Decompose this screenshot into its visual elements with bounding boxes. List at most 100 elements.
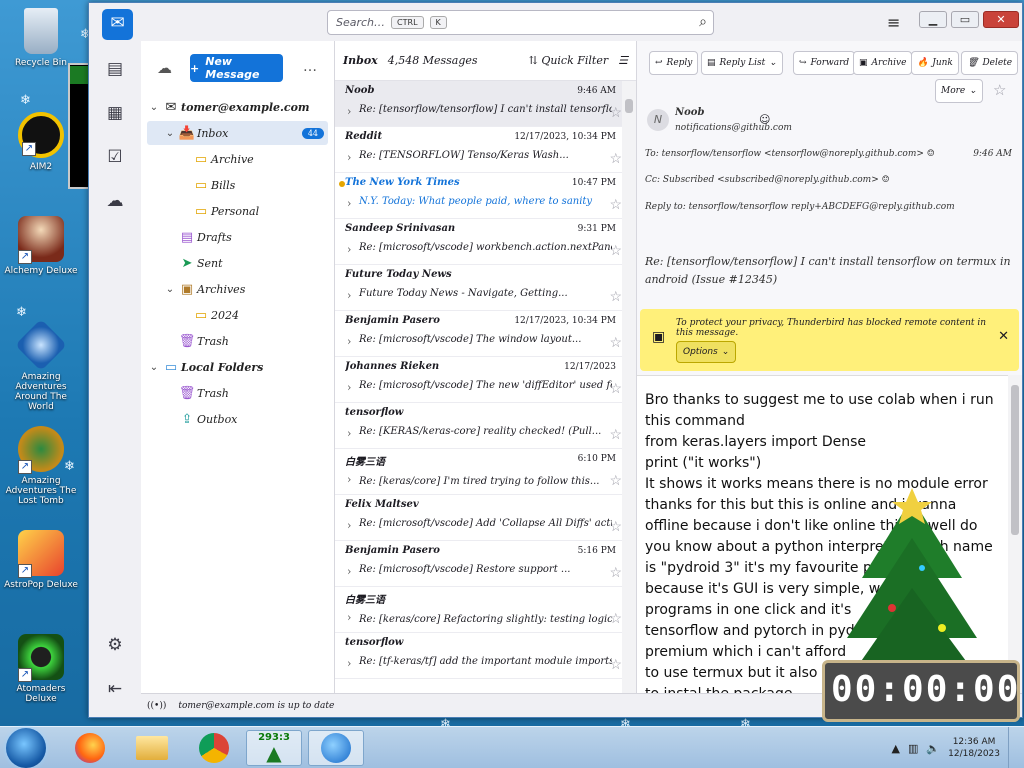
- contact-icon[interactable]: ☺: [759, 113, 770, 126]
- star-icon[interactable]: ☆: [609, 519, 622, 535]
- new-message-button[interactable]: + New Message: [190, 54, 283, 82]
- reply-list-button[interactable]: ▤ Reply List ⌄: [701, 51, 783, 75]
- folder-inbox[interactable]: ⌄ 📥 Inbox 44: [147, 121, 328, 145]
- chevron-down-icon[interactable]: ⌄: [769, 58, 777, 68]
- taskbar-firefox[interactable]: [62, 730, 118, 766]
- chevron-down-icon[interactable]: ⌄: [163, 128, 177, 139]
- thread-toggle-icon[interactable]: ›: [347, 289, 351, 302]
- desktop-icon-atomaders[interactable]: ↗ Atomaders Deluxe: [4, 634, 78, 704]
- close-button[interactable]: ✕: [983, 11, 1019, 28]
- thread-toggle-icon[interactable]: ›: [347, 381, 351, 394]
- star-icon[interactable]: ☆: [609, 105, 622, 121]
- message-card[interactable]: Benjamin Pasero 5:16 PM › Re: [microsoft/vs…: [335, 541, 636, 587]
- list-options-icon[interactable]: ☰: [618, 54, 628, 67]
- thread-toggle-icon[interactable]: ›: [347, 611, 351, 624]
- folder-archive[interactable]: ▭ Archive: [147, 147, 328, 171]
- message-card[interactable]: tensorflow › Re: [tf-keras/tf] add the imp…: [335, 633, 636, 679]
- star-icon[interactable]: ☆: [609, 473, 622, 489]
- search-icon[interactable]: ⌕: [699, 14, 707, 30]
- folder-trash[interactable]: 🗑 Trash: [147, 329, 328, 353]
- chevron-down-icon[interactable]: ⌄: [147, 362, 161, 373]
- desktop-icon-astropop[interactable]: ↗ AstroPop Deluxe: [4, 530, 78, 590]
- folder-archives[interactable]: ⌄ ▣ Archives: [147, 277, 328, 301]
- message-card[interactable]: 白雾三语 6:10 PM › Re: [keras/core] I'm tired t…: [335, 449, 636, 495]
- thread-toggle-icon[interactable]: ›: [347, 151, 351, 164]
- network-icon[interactable]: ▥: [908, 742, 918, 755]
- clock[interactable]: 12:36 AM 12/18/2023: [948, 736, 1000, 760]
- star-icon[interactable]: ☆: [609, 611, 622, 627]
- message-card[interactable]: 白雾三语 › Re: [keras/core] Refactoring slight…: [335, 587, 636, 633]
- thread-toggle-icon[interactable]: ›: [347, 519, 351, 532]
- star-icon[interactable]: ☆: [609, 243, 622, 259]
- online-status-icon[interactable]: ((•)): [147, 701, 166, 711]
- message-card[interactable]: Future Today News › Future Today News - Na…: [335, 265, 636, 311]
- message-list-scrollbar[interactable]: [622, 81, 636, 693]
- thread-toggle-icon[interactable]: ›: [347, 335, 351, 348]
- taskbar-explorer[interactable]: [124, 730, 180, 766]
- desktop-icon-aim[interactable]: ↗ AIM2: [4, 112, 78, 172]
- star-icon[interactable]: ☆: [609, 657, 622, 673]
- folder-bills[interactable]: ▭ Bills: [147, 173, 328, 197]
- star-icon[interactable]: ☆: [609, 565, 622, 581]
- taskbar-tree-app[interactable]: 293:3 ▲: [246, 730, 302, 766]
- scrollbar-thumb[interactable]: [1011, 385, 1019, 535]
- star-icon[interactable]: ☆: [993, 81, 1006, 99]
- folder-sent[interactable]: ➤ Sent: [147, 251, 328, 275]
- star-icon[interactable]: ☆: [609, 427, 622, 443]
- local-folders-row[interactable]: ⌄ ▭ Local Folders: [147, 355, 328, 379]
- taskbar-chrome[interactable]: [186, 730, 242, 766]
- thread-toggle-icon[interactable]: ›: [347, 243, 351, 256]
- local-trash[interactable]: 🗑 Trash: [147, 381, 328, 405]
- message-card[interactable]: The New York Times 10:47 PM › N.Y. Today: W…: [335, 173, 636, 219]
- chevron-down-icon[interactable]: ⌄: [163, 284, 177, 295]
- chat-icon[interactable]: ☁: [100, 187, 130, 217]
- folder-pane-more-icon[interactable]: …: [303, 59, 317, 75]
- thread-toggle-icon[interactable]: ›: [347, 657, 351, 670]
- message-card[interactable]: Sandeep Srinivasan 9:31 PM › Re: [microsoft…: [335, 219, 636, 265]
- star-icon[interactable]: ☆: [609, 289, 622, 305]
- to-address[interactable]: tensorflow/tensorflow <tensorflow@norepl…: [662, 149, 924, 159]
- volume-icon[interactable]: 🔈: [926, 742, 940, 755]
- message-card[interactable]: tensorflow › Re: [KERAS/keras-core] realit…: [335, 403, 636, 449]
- message-card[interactable]: Benjamin Pasero 12/17/2023, 10:34 PM › Re: …: [335, 311, 636, 357]
- mail-space-icon[interactable]: ✉: [102, 9, 133, 40]
- folder-drafts[interactable]: ▤ Drafts: [147, 225, 328, 249]
- collapse-spaces-icon[interactable]: ⇤: [100, 675, 130, 705]
- chevron-down-icon[interactable]: ⌄: [147, 102, 161, 113]
- settings-gear-icon[interactable]: ⚙: [100, 631, 130, 661]
- star-icon[interactable]: ☆: [609, 381, 622, 397]
- close-notice-icon[interactable]: ✕: [998, 329, 1009, 344]
- thread-toggle-icon[interactable]: ›: [347, 105, 351, 118]
- scrollbar-thumb[interactable]: [625, 99, 633, 113]
- minimize-button[interactable]: ▁: [919, 11, 947, 28]
- start-button[interactable]: [6, 728, 46, 768]
- get-messages-icon[interactable]: ☁: [157, 59, 172, 77]
- desktop-icon-amazing-adventures-world[interactable]: Amazing Adventures Around The World: [4, 318, 78, 412]
- star-icon[interactable]: ☆: [609, 335, 622, 351]
- more-button[interactable]: More ⌄: [935, 79, 983, 103]
- star-icon[interactable]: ☆: [609, 197, 622, 213]
- thread-toggle-icon[interactable]: ›: [347, 473, 351, 486]
- show-desktop-button[interactable]: [1008, 727, 1018, 768]
- tasks-icon[interactable]: ☑: [100, 143, 130, 173]
- show-hidden-icons[interactable]: ▲: [892, 742, 900, 755]
- maximize-button[interactable]: ▭: [951, 11, 979, 28]
- thread-toggle-icon[interactable]: ›: [347, 427, 351, 440]
- reply-button[interactable]: ↩ Reply: [649, 51, 699, 75]
- local-outbox[interactable]: ⇪ Outbox: [147, 407, 328, 431]
- options-button[interactable]: Options ⌄: [676, 341, 737, 363]
- message-card[interactable]: Reddit 12/17/2023, 10:34 PM › Re: [TENSORFL…: [335, 127, 636, 173]
- delete-button[interactable]: 🗑 Delete: [961, 51, 1019, 75]
- message-card[interactable]: Felix Maltsev › Re: [microsoft/vscode] Add…: [335, 495, 636, 541]
- thread-toggle-icon[interactable]: ›: [347, 197, 351, 210]
- app-menu-icon[interactable]: ≡: [887, 13, 900, 32]
- message-card[interactable]: Johannes Rieken 12/17/2023 › Re: [microsoft…: [335, 357, 636, 403]
- message-card[interactable]: Noob 9:46 AM › Re: [tensorflow/tensorflow] …: [335, 81, 636, 127]
- desktop-icon-alchemy[interactable]: ↗ Alchemy Deluxe: [4, 216, 78, 276]
- star-icon[interactable]: ☆: [609, 151, 622, 167]
- desktop-icon-recycle-bin[interactable]: Recycle Bin: [4, 8, 78, 68]
- taskbar-thunderbird[interactable]: [308, 730, 364, 766]
- archive-button[interactable]: ▣ Archive: [853, 51, 913, 75]
- folder-2024[interactable]: ▭ 2024: [147, 303, 328, 327]
- forward-button[interactable]: ↪ Forward: [793, 51, 856, 75]
